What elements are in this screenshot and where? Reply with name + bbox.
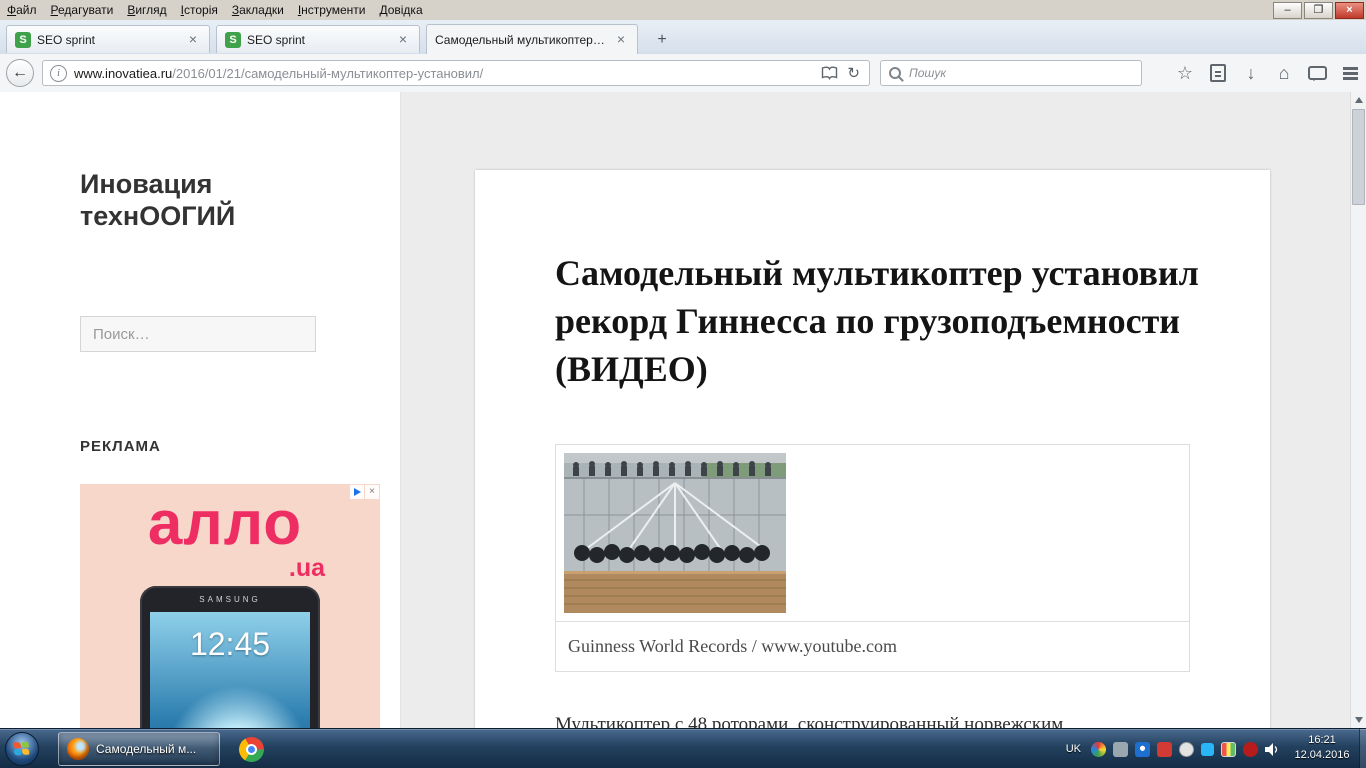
bookmarks-menu-icon[interactable]: [1208, 63, 1228, 83]
ad-brand-tld: .ua: [288, 554, 325, 582]
downloads-icon[interactable]: ↓: [1241, 63, 1261, 83]
menu-history[interactable]: Історія: [174, 1, 225, 19]
tray-icon[interactable]: [1201, 742, 1214, 756]
browser-search-box[interactable]: [880, 60, 1142, 86]
seo-sprint-favicon: S: [15, 31, 31, 48]
minimize-button[interactable]: –: [1273, 2, 1302, 19]
clock-date: 12.04.2016: [1294, 749, 1350, 761]
language-indicator[interactable]: UK: [1063, 741, 1084, 757]
search-icon: [889, 67, 901, 79]
reader-mode-icon[interactable]: [821, 66, 838, 80]
toolbar-actions: ☆ ↓ ⌂: [1175, 54, 1360, 92]
article-image: [556, 445, 1189, 621]
multicopter-photo: [564, 453, 786, 613]
new-tab-button[interactable]: +: [648, 28, 676, 51]
page-scrollbar[interactable]: [1350, 92, 1366, 728]
bookmark-star-icon[interactable]: ☆: [1175, 63, 1195, 83]
taskbar: Самодельный м... UK 16:21 12.04.2016: [0, 728, 1366, 768]
windows-flag-icon: [13, 741, 31, 756]
menu-help[interactable]: Довідка: [372, 1, 429, 19]
desktop: Файл Редагувати Вигляд Історія Закладки …: [0, 0, 1366, 768]
tray-icon[interactable]: [1113, 741, 1128, 757]
adchoices-controls: ×: [350, 485, 379, 499]
menu-view[interactable]: Вигляд: [120, 1, 173, 19]
tray-icon[interactable]: [1179, 741, 1194, 757]
tab-label: SEO sprint: [37, 32, 96, 47]
back-button[interactable]: ←: [6, 59, 34, 87]
menu-bookmarks[interactable]: Закладки: [225, 1, 291, 19]
ads-heading: РЕКЛАМА: [80, 438, 161, 455]
taskbar-clock[interactable]: 16:21 12.04.2016: [1287, 733, 1357, 763]
tab-seo-sprint-2[interactable]: S SEO sprint ×: [216, 25, 420, 53]
menu-tools[interactable]: Інструменти: [291, 1, 373, 19]
menu-hamburger-icon[interactable]: [1340, 63, 1360, 83]
close-button[interactable]: ×: [1335, 2, 1364, 19]
clock-time: 16:21: [1308, 734, 1336, 746]
tab-close-icon[interactable]: ×: [185, 31, 201, 48]
tray-icon[interactable]: [1091, 741, 1106, 757]
url-path: /2016/01/21/самодельный-мультикоптер-уст…: [172, 65, 484, 81]
ad-brand-logo: алло: [147, 489, 303, 558]
tab-close-icon[interactable]: ×: [395, 31, 411, 48]
image-caption: Guinness World Records / www.youtube.com: [556, 621, 1189, 671]
window-controls: – ❐ ×: [1273, 2, 1364, 19]
tab-close-icon[interactable]: ×: [613, 31, 629, 48]
site-title-link[interactable]: Иновация технООГИЙ: [80, 168, 320, 233]
menu-bar: Файл Редагувати Вигляд Історія Закладки …: [0, 0, 1366, 21]
ad-close-icon[interactable]: ×: [365, 485, 379, 499]
browser-viewport: Иновация технООГИЙ РЕКЛАМА × алло .ua SA…: [0, 92, 1366, 728]
volume-icon[interactable]: [1265, 742, 1280, 756]
chrome-task-button[interactable]: [232, 732, 270, 766]
scrollbar-thumb[interactable]: [1352, 109, 1365, 205]
adchoices-icon[interactable]: [350, 485, 364, 499]
menu-file[interactable]: Файл: [0, 1, 44, 19]
phone-screen: 12:45: [150, 612, 310, 728]
tray-icon[interactable]: [1157, 741, 1172, 757]
refresh-icon[interactable]: ↻: [847, 64, 860, 82]
chrome-icon: [238, 736, 264, 762]
firefox-task-button[interactable]: Самодельный м...: [58, 732, 220, 766]
start-button[interactable]: [5, 732, 39, 766]
phone-brand-label: SAMSUNG: [199, 595, 261, 604]
article-body-text: Мультикоптер с 48 роторами, сконструиров…: [555, 714, 1064, 728]
task-button-label: Самодельный м...: [96, 742, 197, 756]
restore-button[interactable]: ❐: [1304, 2, 1333, 19]
tray-icon[interactable]: [1135, 741, 1150, 757]
url-domain: www.inovatiea.ru: [74, 65, 173, 81]
navigation-toolbar: ← i www.inovatiea.ru /2016/01/21/самодел…: [0, 54, 1366, 93]
article-figure: Guinness World Records / www.youtube.com: [555, 444, 1190, 672]
article-card: Самодельный мультикоптер установил рекор…: [475, 170, 1270, 728]
system-tray: UK: [1063, 729, 1280, 768]
advertisement-banner[interactable]: × алло .ua SAMSUNG 12:45: [80, 484, 380, 728]
article-title: Самодельный мультикоптер установил рекор…: [555, 253, 1199, 389]
hamburger-icon: [1342, 66, 1358, 80]
show-desktop-button[interactable]: [1359, 729, 1366, 768]
site-search-input[interactable]: [80, 316, 316, 352]
scroll-down-arrow[interactable]: [1351, 712, 1366, 728]
phone-clock: 12:45: [189, 626, 271, 662]
tray-icon[interactable]: [1243, 741, 1258, 757]
home-icon[interactable]: ⌂: [1274, 63, 1294, 83]
chat-bubble-icon: [1307, 66, 1327, 81]
hello-chat-icon[interactable]: [1307, 63, 1327, 83]
scroll-up-arrow[interactable]: [1351, 92, 1366, 108]
phone-image: SAMSUNG 12:45: [140, 586, 320, 728]
browser-search-input[interactable]: [901, 66, 1141, 80]
tab-seo-sprint-1[interactable]: S SEO sprint ×: [6, 25, 210, 53]
tab-label: Самодельный мультикоптер ...: [435, 32, 605, 47]
tab-multicopter-active[interactable]: Самодельный мультикоптер ... ×: [426, 24, 638, 54]
tray-icon[interactable]: [1221, 741, 1236, 757]
seo-sprint-favicon: S: [225, 31, 241, 48]
firefox-icon: [67, 738, 89, 760]
site-info-icon[interactable]: i: [50, 64, 67, 82]
tab-label: SEO sprint: [247, 32, 306, 47]
url-bar[interactable]: i www.inovatiea.ru /2016/01/21/самодельн…: [42, 60, 870, 86]
clipboard-icon: [1210, 64, 1226, 82]
tab-bar: S SEO sprint × S SEO sprint × Самодельны…: [0, 20, 1366, 54]
menu-edit[interactable]: Редагувати: [44, 1, 121, 19]
